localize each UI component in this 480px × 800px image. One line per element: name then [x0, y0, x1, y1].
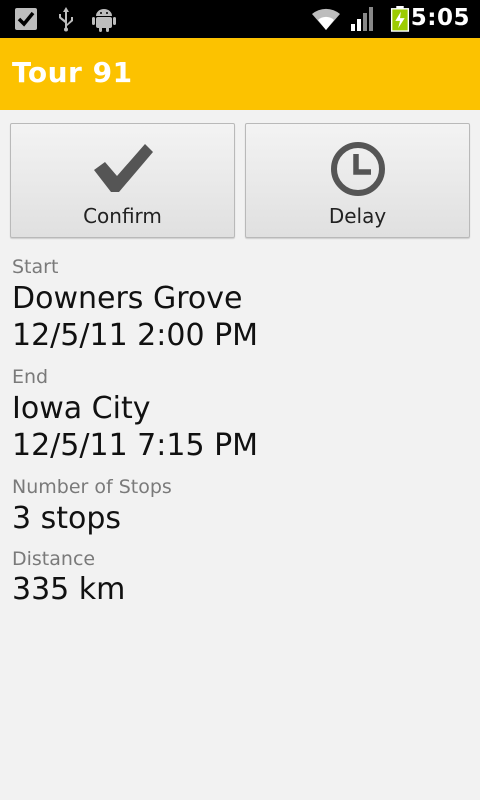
- title-bar: Tour 91: [0, 38, 480, 110]
- start-label: Start: [12, 256, 59, 278]
- end-label: End: [12, 366, 49, 388]
- delay-label: Delay: [328, 204, 387, 228]
- end-place: Iowa City: [12, 391, 151, 426]
- usb-icon: [59, 7, 73, 32]
- start-place: Downers Grove: [12, 281, 243, 316]
- confirm-label: Confirm: [83, 204, 162, 228]
- checkmark-icon: [93, 144, 153, 192]
- clock-icon: [330, 142, 385, 196]
- stops-label: Number of Stops: [12, 476, 172, 498]
- delay-button[interactable]: Delay: [245, 123, 470, 238]
- android-debug-icon: [92, 9, 116, 32]
- battery-charging-icon: [390, 6, 410, 32]
- signal-icon: [351, 7, 373, 31]
- page-title: Tour 91: [12, 56, 133, 89]
- distance-label: Distance: [12, 548, 96, 570]
- status-time: 5:05: [410, 5, 470, 31]
- status-bar: 5:05: [0, 0, 480, 38]
- end-datetime: 12/5/11 7:15 PM: [12, 428, 259, 463]
- wifi-icon: [312, 8, 340, 30]
- checkbox-icon: [15, 8, 37, 30]
- stops-value: 3 stops: [12, 501, 122, 536]
- start-datetime: 12/5/11 2:00 PM: [12, 318, 259, 353]
- distance-value: 335 km: [12, 572, 126, 607]
- confirm-button[interactable]: Confirm: [10, 123, 235, 238]
